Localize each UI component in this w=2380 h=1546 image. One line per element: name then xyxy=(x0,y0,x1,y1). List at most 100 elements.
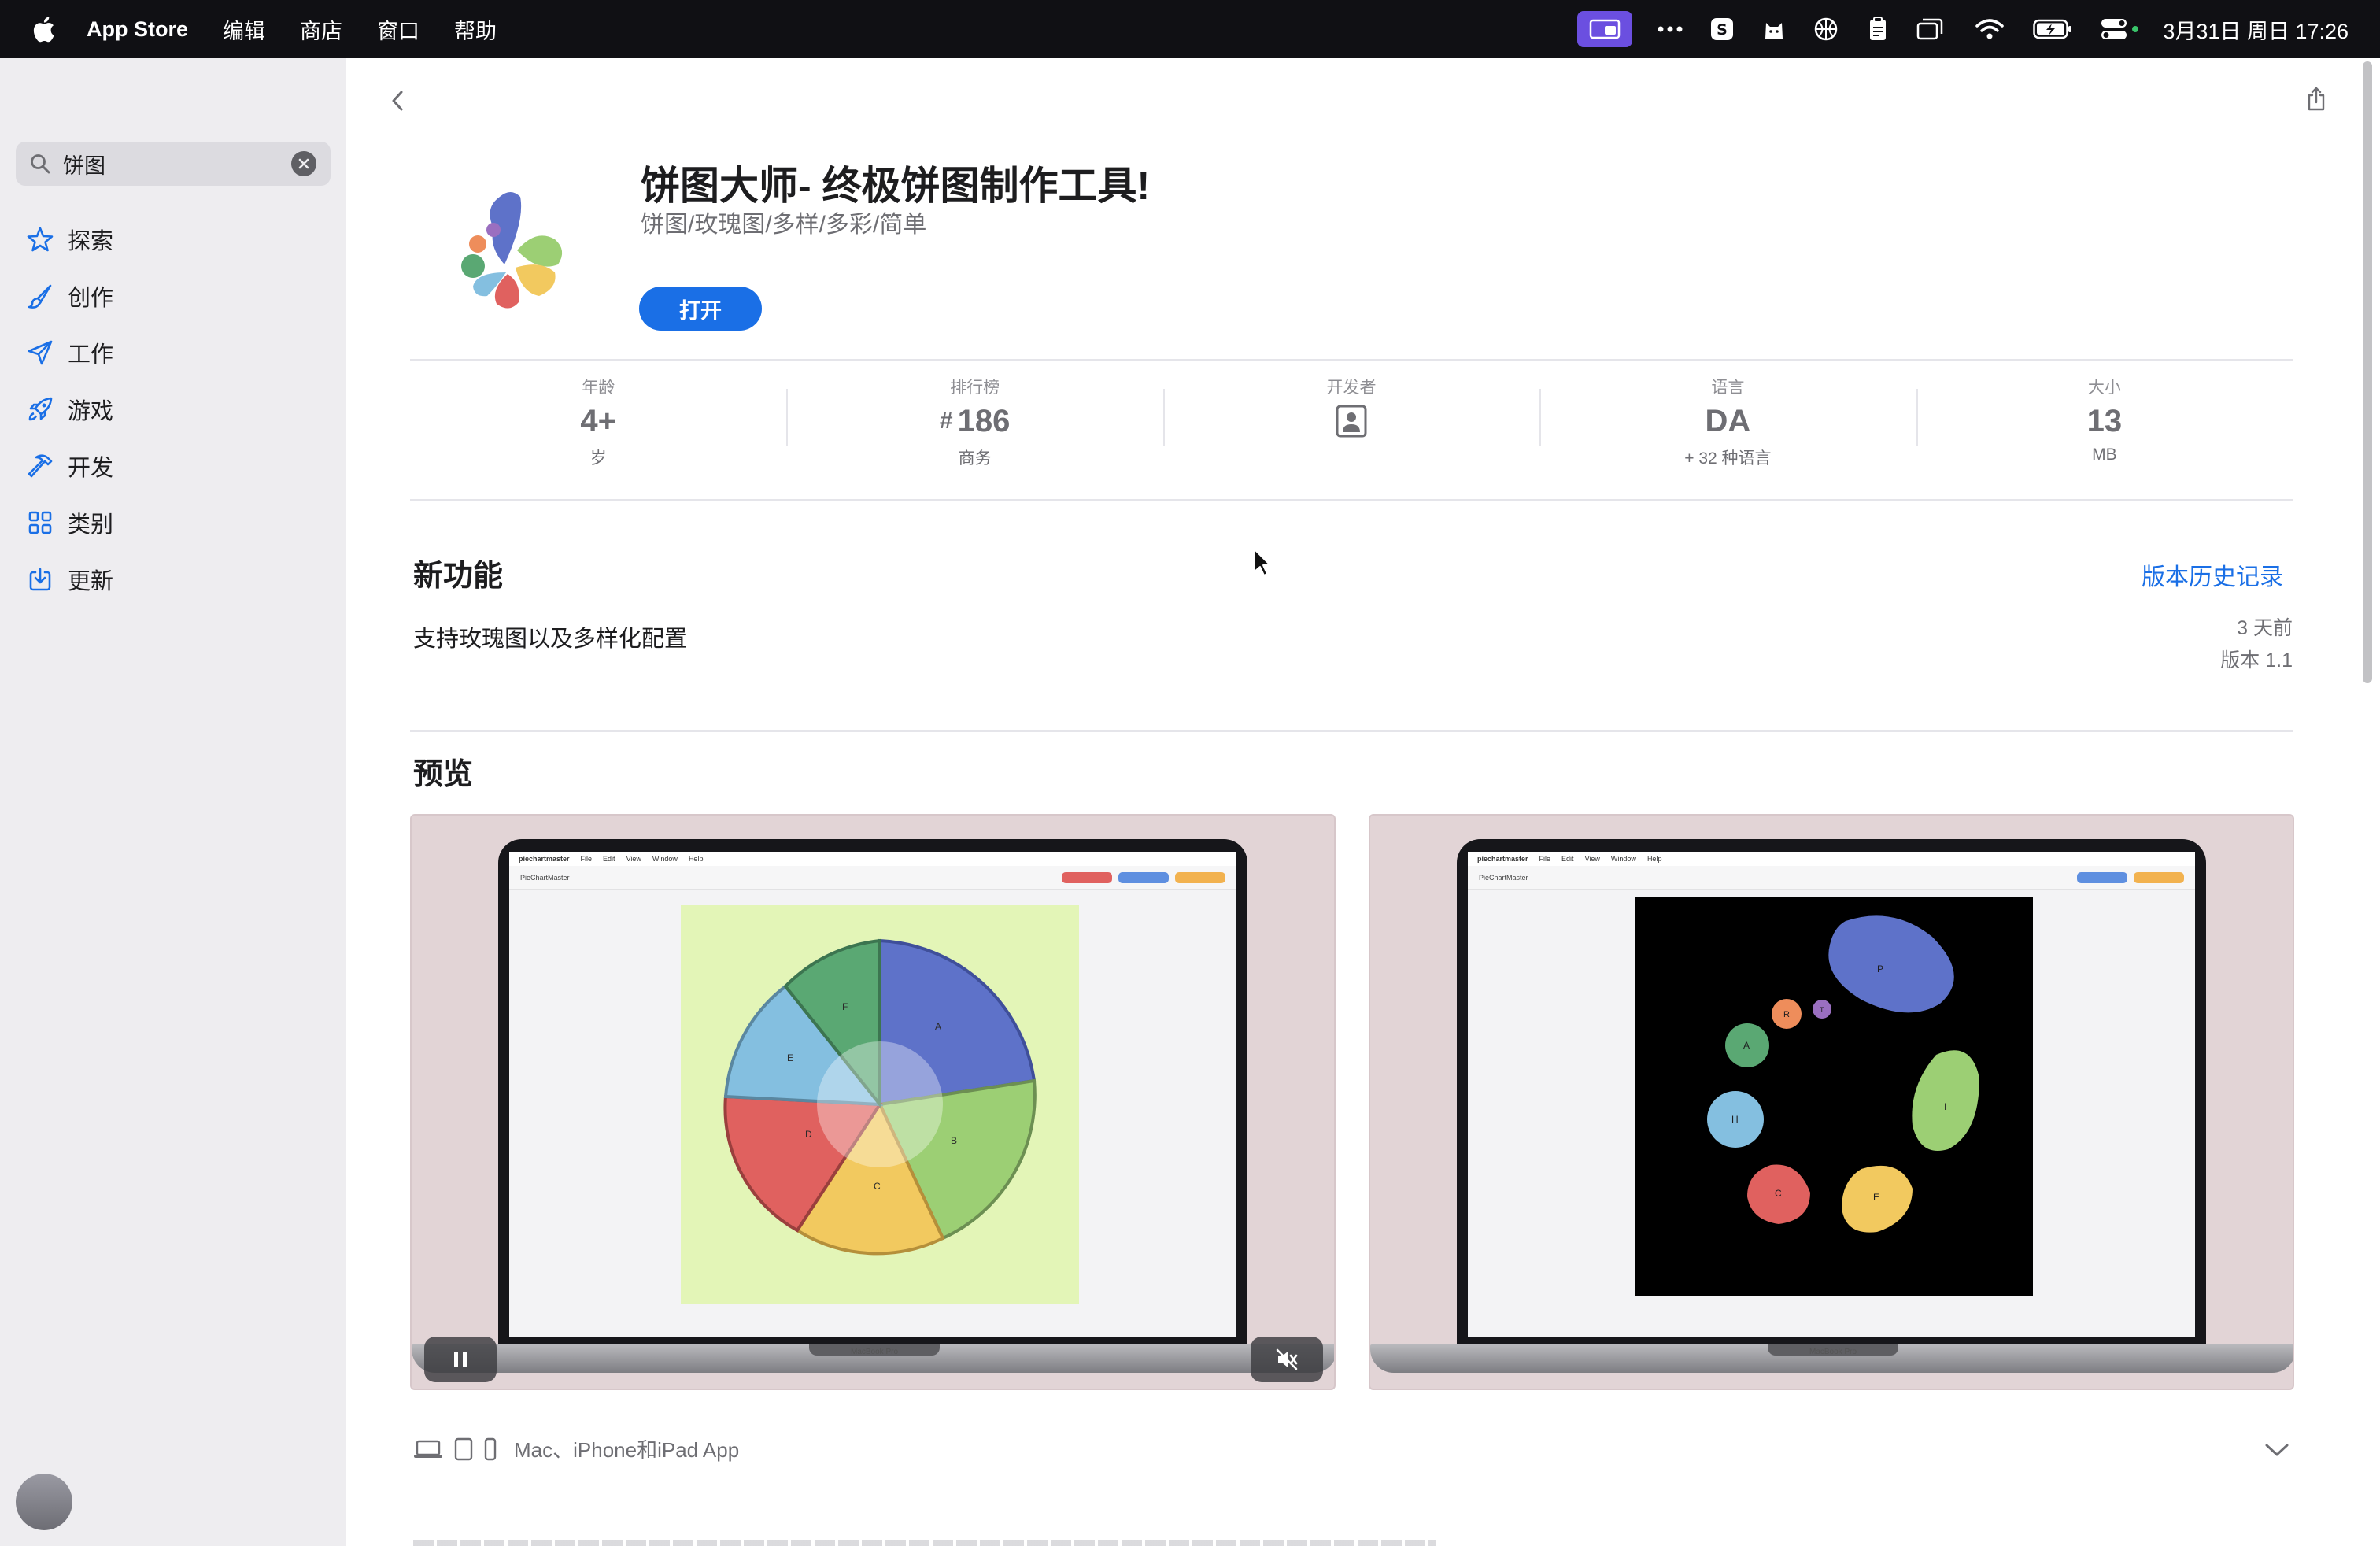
laptop-display: piechartmaster File Edit View Window Hel… xyxy=(509,852,1236,1337)
stat-value: 13 xyxy=(2086,403,2123,438)
stat-hash: # xyxy=(939,408,953,434)
stat-rank-number: 186 xyxy=(957,403,1011,438)
app-subtitle: 饼图/玫瑰图/多样/多彩/简单 xyxy=(641,212,927,238)
cat-icon[interactable] xyxy=(1760,15,1788,43)
sidebar-item-label: 更新 xyxy=(68,569,114,594)
menu-edit[interactable]: 编辑 xyxy=(223,14,265,45)
stat-age[interactable]: 年龄 4+ 岁 xyxy=(410,365,786,491)
back-button[interactable] xyxy=(382,85,413,117)
basketball-icon[interactable] xyxy=(1812,15,1840,43)
menu-bar: App Store 编辑 商店 窗口 帮助 S 3月31日 周日 17:26 xyxy=(0,0,2380,58)
mini-menu-item: Window xyxy=(1610,855,1636,863)
whats-new-meta: 3 天前 版本 1.1 xyxy=(2102,612,2293,677)
blob-label: T xyxy=(1820,1006,1824,1014)
mini-menu-item: View xyxy=(626,855,641,863)
whats-new-title: 新功能 xyxy=(413,560,504,593)
search-input[interactable]: 饼图 xyxy=(63,149,291,179)
scrollbar-thumb[interactable] xyxy=(2363,61,2372,683)
mini-toolbar: PieChartMaster xyxy=(1468,866,2195,890)
menu-store[interactable]: 商店 xyxy=(300,14,342,45)
apple-menu-icon[interactable] xyxy=(31,15,55,43)
sidebar-nav: 探索 创作 工作 游戏 开发 类别 更新 xyxy=(0,211,346,608)
window-icon[interactable] xyxy=(1916,15,1944,43)
menu-window[interactable]: 窗口 xyxy=(377,14,419,45)
stat-sub: + 32 种语言 xyxy=(1684,449,1772,468)
version-history-link[interactable]: 版本历史记录 xyxy=(2142,557,2283,592)
sidebar-item-categories[interactable]: 类别 xyxy=(0,494,346,551)
blob-label: E xyxy=(1873,1192,1879,1203)
mini-chip xyxy=(2077,871,2127,883)
control-center-icon[interactable] xyxy=(2100,15,2141,43)
app-title: 饼图大师- 终极饼图制作工具! xyxy=(641,164,1151,208)
mini-chip xyxy=(1005,872,1055,883)
sidebar-item-games[interactable]: 游戏 xyxy=(0,381,346,438)
release-age: 3 天前 xyxy=(2237,617,2293,639)
pause-button[interactable] xyxy=(424,1337,497,1382)
close-icon xyxy=(298,158,309,169)
mini-menu-item: Help xyxy=(1646,855,1662,863)
laptop-screen: piechartmaster File Edit View Window Hel… xyxy=(1457,839,2206,1351)
sidebar-item-work[interactable]: 工作 xyxy=(0,324,346,381)
mini-menubar: piechartmaster File Edit View Window Hel… xyxy=(1468,852,2195,866)
wifi-icon[interactable] xyxy=(1975,15,2005,43)
svg-text:S: S xyxy=(1717,21,1728,39)
tablet-icon xyxy=(454,1437,473,1461)
blob-label: H xyxy=(1731,1114,1739,1125)
info-stats-row: 年龄 4+ 岁 排行榜 #186 商务 开发者 语言 DA + 32 种语言 大… xyxy=(410,365,2293,491)
mini-app-name: PieChartMaster xyxy=(520,873,570,882)
mini-app-name: PieChartMaster xyxy=(1479,873,1528,882)
sidebar-item-label: 创作 xyxy=(68,286,114,311)
stat-label: 语言 xyxy=(1711,379,1745,397)
blob-label: I xyxy=(1944,1101,1946,1112)
expand-button[interactable] xyxy=(2261,1434,2293,1466)
stat-label: 开发者 xyxy=(1326,379,1377,397)
stat-language[interactable]: 语言 DA + 32 种语言 xyxy=(1539,365,1916,491)
menu-help[interactable]: 帮助 xyxy=(454,14,497,45)
stat-ranking[interactable]: 排行榜 #186 商务 xyxy=(786,365,1162,491)
clipboard-icon[interactable] xyxy=(1864,15,1892,43)
sidebar-item-label: 探索 xyxy=(68,229,114,254)
battery-icon[interactable] xyxy=(2032,15,2073,43)
sidebar-item-label: 游戏 xyxy=(68,399,114,424)
menu-app-name[interactable]: App Store xyxy=(87,17,188,42)
share-button[interactable] xyxy=(2299,82,2334,117)
sidebar-item-discover[interactable]: 探索 xyxy=(0,211,346,268)
clear-search-button[interactable] xyxy=(291,151,316,176)
preview-video-1[interactable]: piechartmaster File Edit View Window Hel… xyxy=(410,814,1336,1390)
screen-share-icon[interactable] xyxy=(1577,11,1633,47)
chevron-left-icon xyxy=(392,91,403,111)
text-placeholder xyxy=(413,1540,1436,1546)
pause-icon xyxy=(454,1352,467,1367)
compatibility-label: Mac、iPhone和iPad App xyxy=(514,1438,740,1462)
stat-size[interactable]: 大小 13 MB xyxy=(1916,365,2293,491)
download-icon xyxy=(25,564,55,594)
stat-label: 大小 xyxy=(2087,379,2121,397)
phone-icon xyxy=(484,1437,497,1461)
search-field[interactable]: 饼图 xyxy=(16,142,331,186)
rose-label: B xyxy=(951,1135,957,1146)
scrollbar[interactable] xyxy=(2360,58,2374,1546)
mute-button[interactable] xyxy=(1251,1337,1323,1382)
sidebar-item-updates[interactable]: 更新 xyxy=(0,551,346,608)
device-caption: MacBook Pro xyxy=(1809,1348,1857,1356)
blob-label: C xyxy=(1775,1188,1782,1199)
stat-developer[interactable]: 开发者 xyxy=(1162,365,1539,491)
sidebar-item-develop[interactable]: 开发 xyxy=(0,438,346,494)
preview-screenshot-2[interactable]: piechartmaster File Edit View Window Hel… xyxy=(1369,814,2294,1390)
mini-menu-item: Edit xyxy=(1561,855,1574,863)
mini-chip xyxy=(2134,871,2184,883)
mini-chip xyxy=(1175,871,1225,883)
s-app-icon[interactable]: S xyxy=(1708,15,1736,43)
main-content: 饼图大师- 终极饼图制作工具! 饼图/玫瑰图/多样/多彩/简单 打开 年龄 4+… xyxy=(347,58,2380,1546)
more-icon[interactable] xyxy=(1656,15,1684,43)
divider xyxy=(410,499,2293,501)
open-button[interactable]: 打开 xyxy=(639,287,762,331)
avatar[interactable] xyxy=(16,1474,72,1530)
rose-chart-preview: A B C D E F xyxy=(681,905,1079,1304)
sidebar-item-create[interactable]: 创作 xyxy=(0,268,346,324)
menubar-clock[interactable]: 3月31日 周日 17:26 xyxy=(2163,14,2349,45)
laptop-display: piechartmaster File Edit View Window Hel… xyxy=(1468,852,2195,1337)
mini-menu-item: File xyxy=(580,855,593,863)
star-icon xyxy=(25,224,55,254)
version-number: 版本 1.1 xyxy=(2220,649,2293,671)
